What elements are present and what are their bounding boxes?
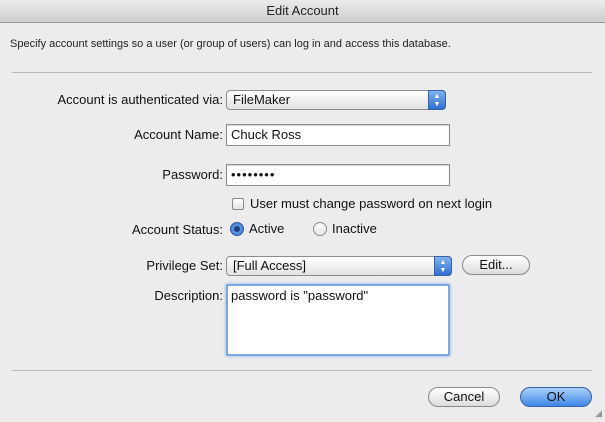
resize-grip-icon[interactable]: ◢ <box>595 408 602 419</box>
edit-privilege-button[interactable]: Edit... <box>462 255 530 275</box>
auth-label: Account is authenticated via: <box>57 92 224 107</box>
active-label: Active <box>249 221 285 236</box>
popup-arrows-icon: ▲ ▼ <box>434 256 452 276</box>
privilege-set-label: Privilege Set: <box>146 258 223 273</box>
popup-arrows-icon: ▲ ▼ <box>428 90 446 110</box>
bottom-divider <box>12 370 592 371</box>
account-name-field[interactable]: Chuck Ross <box>226 124 450 146</box>
password-label: Password: <box>162 167 223 182</box>
active-radio[interactable] <box>230 222 244 236</box>
account-status-label: Account Status: <box>131 222 223 237</box>
top-divider <box>12 72 592 73</box>
must-change-checkbox[interactable] <box>232 198 244 210</box>
must-change-label: User must change password on next login <box>250 196 493 211</box>
auth-popup[interactable]: FileMaker ▲ ▼ <box>226 90 446 110</box>
ok-button[interactable]: OK <box>520 387 592 407</box>
cancel-button[interactable]: Cancel <box>428 387 500 407</box>
intro-text: Specify account settings so a user (or g… <box>10 38 451 50</box>
privilege-set-value: [Full Access] <box>233 258 306 273</box>
account-name-label: Account Name: <box>134 127 223 142</box>
window-title: Edit Account <box>0 0 605 23</box>
inactive-radio[interactable] <box>313 222 327 236</box>
inactive-label: Inactive <box>332 221 377 236</box>
password-field[interactable]: •••••••• <box>226 164 450 186</box>
auth-value: FileMaker <box>233 92 291 107</box>
description-label: Description: <box>154 288 223 303</box>
description-textarea[interactable]: password is "password" <box>226 284 450 356</box>
privilege-set-popup[interactable]: [Full Access] ▲ ▼ <box>226 256 452 276</box>
